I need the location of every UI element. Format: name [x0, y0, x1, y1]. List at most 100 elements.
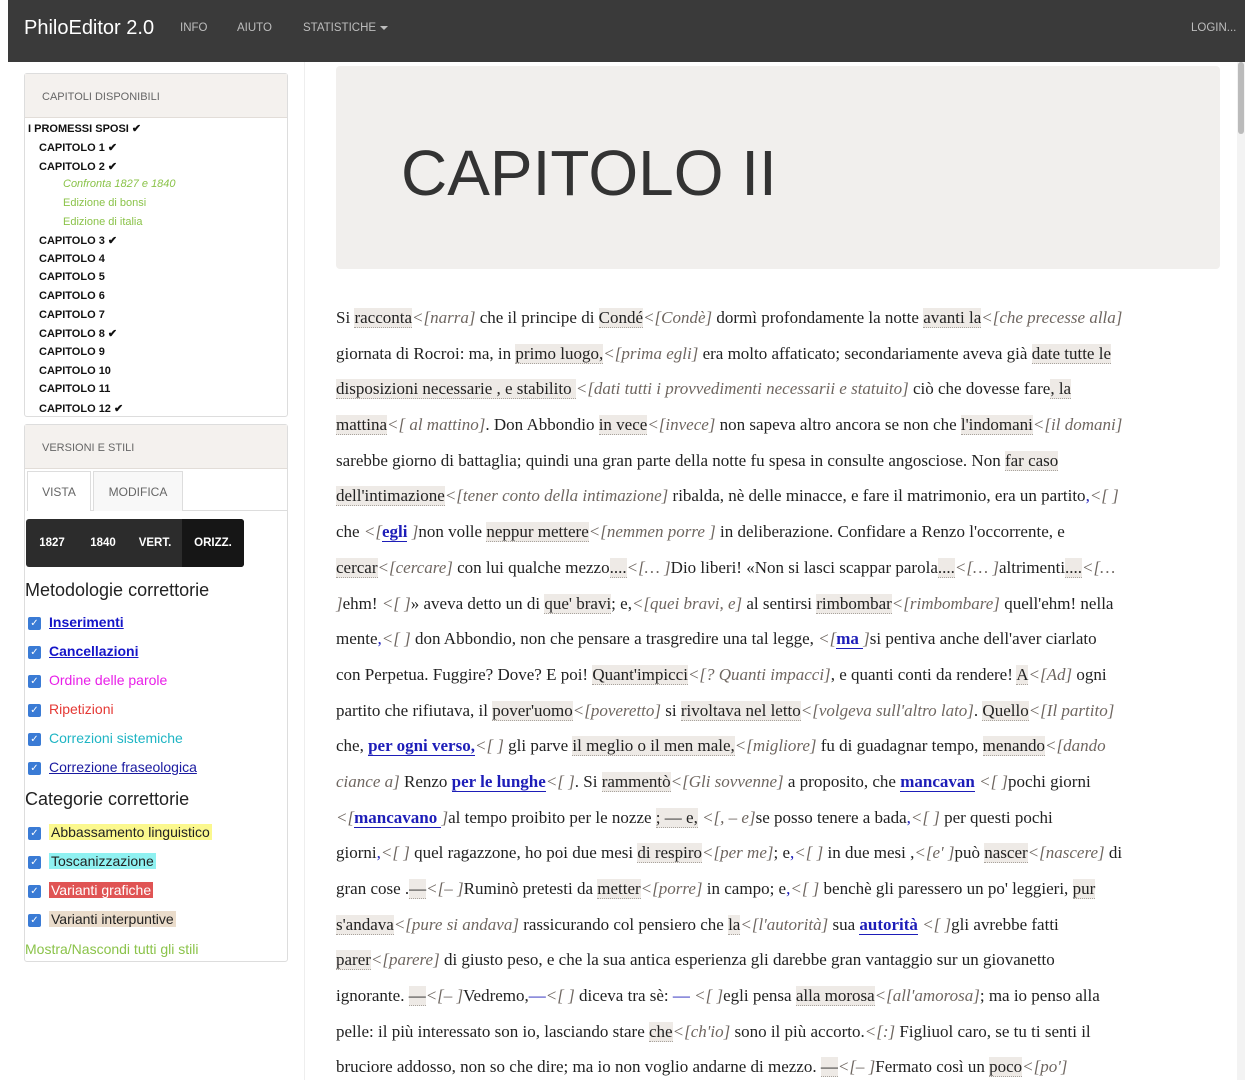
- chapter-label: CAPITOLO 12: [39, 403, 111, 415]
- page-scrollbar[interactable]: [1237, 62, 1245, 1080]
- chapter-item[interactable]: CAPITOLO 12 ✔: [39, 402, 123, 415]
- text-line: ciance a] Renzo per le lunghe<[ ]. Si ra…: [336, 771, 1091, 792]
- check-icon: ✔: [107, 328, 118, 340]
- chapter-label: CAPITOLO 9: [39, 346, 105, 358]
- chapter-label: CAPITOLO 8: [39, 328, 105, 340]
- text-line: cercar<[cercare] con lui qualche mezzo..…: [336, 557, 1116, 578]
- text-line: Si racconta<[narra] che il principe di C…: [336, 308, 1123, 328]
- metodologia-label: Inserimenti: [49, 614, 124, 630]
- chapter-item[interactable]: CAPITOLO 8 ✔: [39, 327, 117, 340]
- text-line: parer<[parere] di giusto peso, e che la …: [336, 950, 1055, 971]
- metodologie-title: Metodologie correttorie: [25, 580, 210, 600]
- sidebar: CAPITOLI DISPONIBILI I PROMESSI SPOSI ✔ …: [0, 62, 304, 1080]
- categoria-label: Toscanizzazione: [49, 853, 156, 869]
- checkbox-checked-icon[interactable]: ✓: [28, 762, 41, 775]
- text-line: ]ehm! <[ ]» aveva detto un di que' bravi…: [336, 593, 1114, 614]
- chapter-header: CAPITOLO II: [336, 66, 1220, 269]
- chapter-label: CAPITOLO 10: [39, 365, 111, 377]
- chapter-item[interactable]: CAPITOLO 9: [39, 346, 105, 358]
- version-1840-button[interactable]: 1840: [78, 519, 128, 567]
- subitem-edizione-bonsi[interactable]: Edizione di bonsi: [63, 197, 146, 209]
- check-icon: ✔: [107, 161, 118, 173]
- chapter-text: Si racconta<[narra] che il principe di C…: [336, 300, 1220, 1080]
- tab-modifica[interactable]: MODIFICA: [93, 471, 183, 511]
- text-line: bruciore addosso, non so che dire; ma io…: [336, 1057, 1068, 1078]
- nav-statistiche[interactable]: STATISTICHE: [303, 22, 389, 34]
- checkbox-checked-icon[interactable]: ✓: [28, 675, 41, 688]
- chapter-item[interactable]: CAPITOLO 5: [39, 271, 105, 283]
- brand[interactable]: PhiloEditor 2.0: [24, 17, 154, 40]
- text-line: s'andava<[pure si andava] rassicurando c…: [336, 914, 1059, 935]
- version-1827-button[interactable]: 1827: [26, 519, 78, 567]
- versions-panel-title: VERSIONI E STILI: [25, 425, 287, 469]
- chapter-label: CAPITOLO 3: [39, 235, 105, 247]
- chapter-item[interactable]: CAPITOLO 7: [39, 309, 105, 321]
- metodologia-label: Correzioni sistemiche: [49, 730, 183, 746]
- text-line: mente,<[ ] don Abbondio, non che pensare…: [336, 629, 1097, 650]
- text-line: pelle: il più interessato son io, lascia…: [336, 1021, 1091, 1042]
- book-label: I PROMESSI SPOSI: [28, 123, 129, 135]
- text-line: partito che rifiutava, il pover'uomo<[po…: [336, 700, 1115, 721]
- chapters-panel: CAPITOLI DISPONIBILI I PROMESSI SPOSI ✔ …: [24, 73, 288, 417]
- chapter-item[interactable]: CAPITOLO 1 ✔: [39, 141, 117, 154]
- metodologia-label: Ripetizioni: [49, 701, 114, 717]
- chapters-panel-title: CAPITOLI DISPONIBILI: [25, 74, 287, 118]
- check-icon: ✔: [107, 142, 118, 154]
- nav-login[interactable]: LOGIN...: [1191, 22, 1236, 34]
- nav-aiuto[interactable]: AIUTO: [237, 22, 272, 34]
- text-line: sarebbe giorno di battaglia; quindi una …: [336, 450, 1059, 471]
- checkbox-checked-icon[interactable]: ✓: [28, 827, 41, 840]
- chapter-item[interactable]: CAPITOLO 2 ✔: [39, 160, 117, 173]
- layout-horizontal-button[interactable]: ORIZZ.: [182, 519, 244, 567]
- checkbox-checked-icon[interactable]: ✓: [28, 617, 41, 630]
- categoria-label: Abbassamento linguistico: [49, 824, 212, 840]
- text-line: <[mancavano ]al tempo proibito per le no…: [336, 807, 1053, 828]
- checkbox-checked-icon[interactable]: ✓: [28, 646, 41, 659]
- chapter-item[interactable]: CAPITOLO 6: [39, 290, 105, 302]
- versions-panel: VERSIONI E STILI VISTA MODIFICA 1827 184…: [24, 424, 288, 962]
- view-tabs: VISTA MODIFICA: [27, 469, 287, 511]
- text-line: disposizioni necessarie , e stabilito <[…: [336, 379, 1072, 400]
- layout-vertical-button[interactable]: VERT.: [128, 519, 182, 567]
- text-line: dell'intimazione<[tener conto della inti…: [336, 486, 1119, 507]
- nav-statistiche-label: STATISTICHE: [303, 22, 377, 34]
- chapter-label: CAPITOLO 4: [39, 253, 105, 265]
- toggle-all-styles-link[interactable]: Mostra/Nascondi tutti gli stili: [25, 941, 199, 957]
- text-line: che, per ogni verso,<[ ] gli parve il me…: [336, 736, 1106, 757]
- check-icon: ✔: [107, 235, 118, 247]
- tab-vista[interactable]: VISTA: [27, 471, 91, 511]
- scrollbar-thumb[interactable]: [1238, 62, 1244, 134]
- categorie-title: Categorie correttorie: [25, 789, 190, 809]
- text-line: gran cose .—<[– ]Ruminò pretesti da mett…: [336, 879, 1096, 899]
- metodologia-label: Ordine delle parole: [49, 672, 168, 688]
- chapter-label: CAPITOLO 7: [39, 309, 105, 321]
- book-item-promessi-sposi[interactable]: I PROMESSI SPOSI ✔: [28, 122, 141, 135]
- checkbox-checked-icon[interactable]: ✓: [28, 885, 41, 898]
- chapter-label: CAPITOLO 1: [39, 142, 105, 154]
- chapter-label: CAPITOLO 5: [39, 271, 105, 283]
- check-icon: ✔: [131, 123, 142, 135]
- nav-info[interactable]: INFO: [180, 22, 207, 34]
- subitem-confronta[interactable]: Confronta 1827 e 1840: [63, 178, 176, 190]
- checkbox-checked-icon[interactable]: ✓: [28, 914, 41, 927]
- subitem-edizione-italia[interactable]: Edizione di italia: [63, 216, 143, 228]
- text-line: mattina<[ al mattino]. Don Abbondio in v…: [336, 415, 1123, 436]
- checkbox-checked-icon[interactable]: ✓: [28, 704, 41, 717]
- categoria-label: Varianti interpuntive: [49, 911, 176, 927]
- chapter-item[interactable]: CAPITOLO 11: [39, 383, 110, 395]
- version-button-group: 1827 1840 VERT. ORIZZ.: [26, 519, 244, 567]
- chapter-title: CAPITOLO II: [401, 137, 777, 209]
- chapter-item[interactable]: CAPITOLO 4: [39, 253, 105, 265]
- chapter-item[interactable]: CAPITOLO 10: [39, 365, 111, 377]
- checkbox-checked-icon[interactable]: ✓: [28, 733, 41, 746]
- text-line: ignorante. —<[– ]Vedremo,—<[ ] diceva tr…: [336, 986, 1100, 1007]
- check-icon: ✔: [114, 403, 124, 415]
- categoria-label: Varianti grafiche: [49, 882, 154, 898]
- text-line: che <[egli ]non volle neppur mettere<[ne…: [336, 522, 1065, 543]
- chapter-label: CAPITOLO 11: [39, 383, 111, 395]
- chapter-item[interactable]: CAPITOLO 3 ✔: [39, 234, 117, 247]
- checkbox-checked-icon[interactable]: ✓: [28, 856, 41, 869]
- chapter-label: CAPITOLO 6: [39, 290, 105, 302]
- text-line: con Perpetua. Fuggire? Dove? E poi! Quan…: [336, 664, 1107, 685]
- metodologia-label: Cancellazioni: [49, 643, 139, 659]
